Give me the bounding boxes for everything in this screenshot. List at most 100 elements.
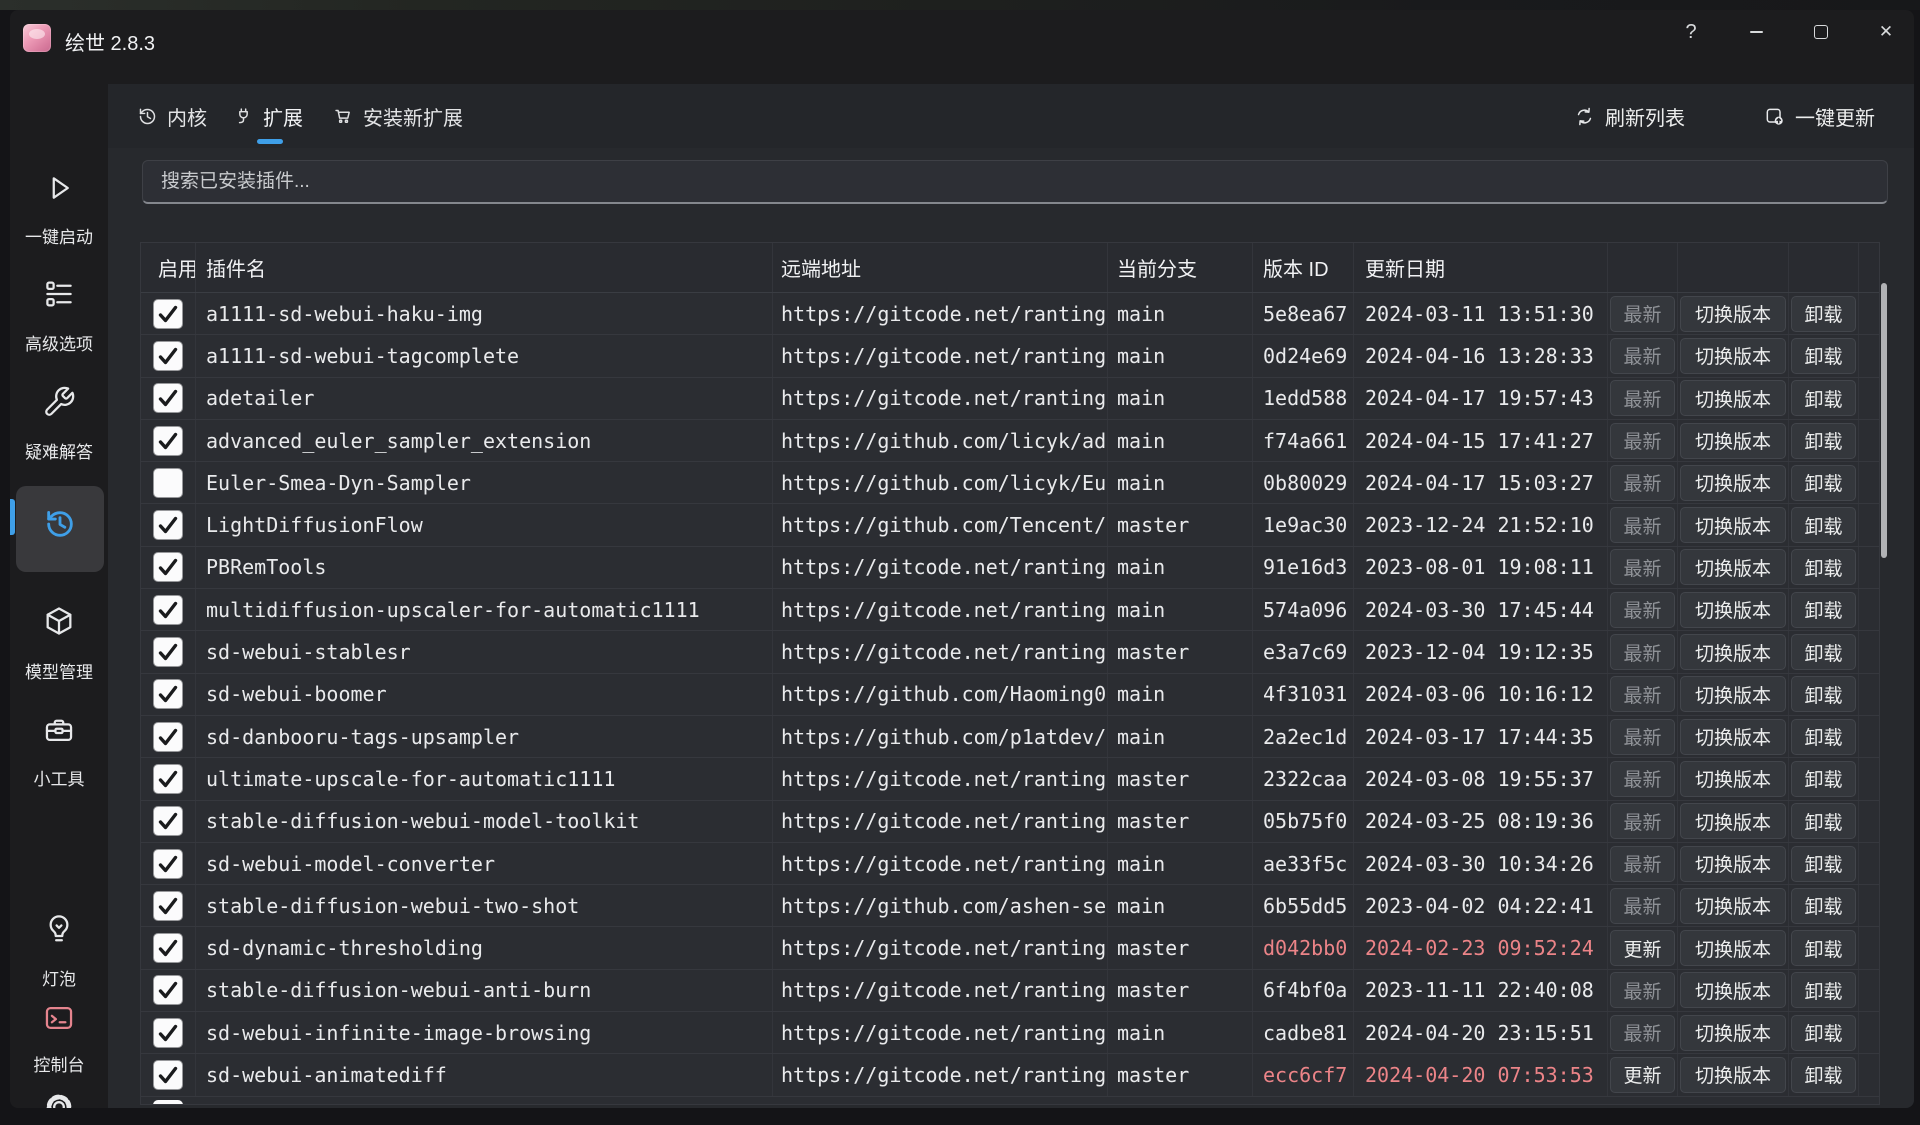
latest-button[interactable]: 最新 <box>1610 972 1675 1008</box>
plugin-enabled-checkbox[interactable] <box>153 595 183 625</box>
uninstall-button[interactable]: 卸载 <box>1791 465 1856 501</box>
uninstall-button[interactable]: 卸载 <box>1791 507 1856 543</box>
plugin-enabled-checkbox[interactable] <box>153 933 183 963</box>
latest-button[interactable]: 最新 <box>1610 465 1675 501</box>
uninstall-button[interactable]: 卸载 <box>1791 846 1856 882</box>
switch-version-button[interactable]: 切换版本 <box>1680 338 1786 374</box>
gear-icon[interactable] <box>42 1090 76 1108</box>
plugin-enabled-checkbox[interactable] <box>153 299 183 329</box>
sidebar-item-models[interactable]: 模型管理 <box>10 658 108 683</box>
switch-version-button[interactable]: 切换版本 <box>1680 972 1786 1008</box>
latest-button[interactable]: 最新 <box>1610 549 1675 585</box>
plugin-enabled-checkbox[interactable] <box>153 426 183 456</box>
search-input[interactable] <box>142 160 1888 204</box>
uninstall-button[interactable]: 卸载 <box>1791 930 1856 966</box>
latest-button[interactable]: 最新 <box>1610 888 1675 924</box>
terminal-icon[interactable] <box>42 1001 76 1035</box>
sidebar-item-toolbox[interactable]: 小工具 <box>10 765 108 790</box>
switch-version-button[interactable]: 切换版本 <box>1680 719 1786 755</box>
uninstall-button[interactable]: 卸载 <box>1791 888 1856 924</box>
switch-version-button[interactable]: 切换版本 <box>1680 507 1786 543</box>
switch-version-button[interactable]: 切换版本 <box>1680 423 1786 459</box>
uninstall-button[interactable]: 卸载 <box>1791 338 1856 374</box>
latest-button[interactable]: 最新 <box>1610 803 1675 839</box>
sidebar-item-launch[interactable]: 一键启动 <box>10 223 108 248</box>
uninstall-button[interactable]: 卸载 <box>1791 423 1856 459</box>
scrollbar-thumb[interactable] <box>1881 283 1887 558</box>
plugin-enabled-checkbox[interactable] <box>153 764 183 794</box>
switch-version-button[interactable]: 切换版本 <box>1680 761 1786 797</box>
plugin-enabled-checkbox[interactable] <box>153 806 183 836</box>
play-icon[interactable] <box>42 171 76 205</box>
uninstall-button[interactable]: 卸载 <box>1791 592 1856 628</box>
uninstall-button[interactable]: 卸载 <box>1791 719 1856 755</box>
switch-version-button[interactable]: 切换版本 <box>1680 380 1786 416</box>
switch-version-button[interactable]: 切换版本 <box>1680 803 1786 839</box>
plugin-enabled-checkbox[interactable] <box>153 1018 183 1048</box>
latest-button[interactable]: 最新 <box>1610 846 1675 882</box>
plugin-enabled-checkbox[interactable] <box>153 891 183 921</box>
plugin-enabled-checkbox[interactable] <box>153 341 183 371</box>
latest-button[interactable]: 最新 <box>1610 634 1675 670</box>
package-icon[interactable] <box>42 604 76 638</box>
latest-button[interactable]: 最新 <box>1610 592 1675 628</box>
switch-version-button[interactable]: 切换版本 <box>1680 676 1786 712</box>
switch-version-button[interactable]: 切换版本 <box>1680 888 1786 924</box>
options-list-icon[interactable] <box>42 277 76 311</box>
update-all-button[interactable]: 一键更新 <box>1764 84 1875 148</box>
latest-button[interactable]: 最新 <box>1610 296 1675 332</box>
uninstall-button[interactable]: 卸载 <box>1791 972 1856 1008</box>
refresh-list-button[interactable]: 刷新列表 <box>1574 84 1685 148</box>
latest-button[interactable]: 最新 <box>1610 719 1675 755</box>
uninstall-button[interactable]: 卸载 <box>1791 296 1856 332</box>
uninstall-button[interactable]: 卸载 <box>1791 634 1856 670</box>
plugin-enabled-checkbox[interactable] <box>153 1100 183 1104</box>
plugin-enabled-checkbox[interactable] <box>153 975 183 1005</box>
switch-version-button[interactable]: 切换版本 <box>1680 549 1786 585</box>
switch-version-button[interactable]: 切换版本 <box>1680 1057 1786 1093</box>
uninstall-button[interactable]: 卸载 <box>1791 549 1856 585</box>
plugin-enabled-checkbox[interactable] <box>153 1060 183 1090</box>
uninstall-button[interactable]: 卸载 <box>1791 676 1856 712</box>
uninstall-button[interactable]: 卸载 <box>1791 1015 1856 1051</box>
plugin-enabled-checkbox[interactable] <box>153 510 183 540</box>
help-button[interactable]: ? <box>1668 12 1714 52</box>
uninstall-button[interactable]: 卸载 <box>1791 380 1856 416</box>
latest-button[interactable]: 最新 <box>1610 380 1675 416</box>
switch-version-button[interactable]: 切换版本 <box>1680 465 1786 501</box>
sidebar-item-bulb[interactable]: 灯泡 <box>10 965 108 990</box>
latest-button[interactable]: 最新 <box>1610 507 1675 543</box>
plugin-enabled-checkbox[interactable] <box>153 552 183 582</box>
plugin-enabled-checkbox[interactable] <box>153 468 183 498</box>
wrench-icon[interactable] <box>42 385 76 419</box>
latest-button[interactable]: 最新 <box>1610 676 1675 712</box>
bulb-icon[interactable] <box>42 913 76 947</box>
update-button[interactable]: 更新 <box>1610 1057 1675 1093</box>
switch-version-button[interactable]: 切换版本 <box>1680 1015 1786 1051</box>
toolbox-icon[interactable] <box>42 713 76 747</box>
latest-button[interactable]: 最新 <box>1610 761 1675 797</box>
sidebar-item-version-manager[interactable] <box>16 486 104 572</box>
update-button[interactable]: 更新 <box>1610 930 1675 966</box>
latest-button[interactable]: 最新 <box>1610 1015 1675 1051</box>
switch-version-button[interactable]: 切换版本 <box>1680 930 1786 966</box>
switch-version-button[interactable]: 切换版本 <box>1680 846 1786 882</box>
plugin-enabled-checkbox[interactable] <box>153 637 183 667</box>
minimize-button[interactable] <box>1733 12 1779 52</box>
sidebar-item-troubleshoot[interactable]: 疑难解答 <box>10 438 108 463</box>
latest-button[interactable]: 最新 <box>1610 338 1675 374</box>
uninstall-button[interactable]: 卸载 <box>1791 803 1856 839</box>
plugin-enabled-checkbox[interactable] <box>153 383 183 413</box>
sidebar-item-console[interactable]: 控制台 <box>10 1051 108 1076</box>
switch-version-button[interactable]: 切换版本 <box>1680 296 1786 332</box>
sidebar-item-advanced[interactable]: 高级选项 <box>10 330 108 355</box>
plugin-enabled-checkbox[interactable] <box>153 722 183 752</box>
tab-install-new[interactable]: 安装新扩展 <box>333 84 463 148</box>
tab-kernel[interactable]: 内核 <box>137 84 207 148</box>
uninstall-button[interactable]: 卸载 <box>1791 1057 1856 1093</box>
close-button[interactable]: ✕ <box>1863 12 1909 52</box>
maximize-button[interactable] <box>1798 12 1844 52</box>
plugin-enabled-checkbox[interactable] <box>153 679 183 709</box>
latest-button[interactable]: 最新 <box>1610 423 1675 459</box>
plugin-enabled-checkbox[interactable] <box>153 849 183 879</box>
